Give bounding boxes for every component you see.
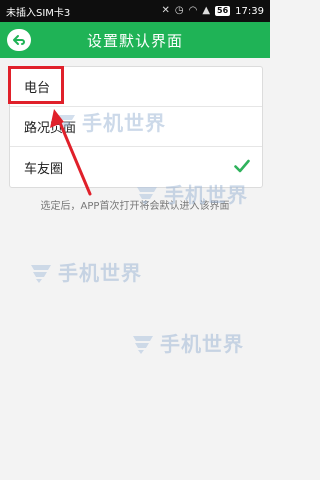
annotation-arrow <box>50 109 92 196</box>
